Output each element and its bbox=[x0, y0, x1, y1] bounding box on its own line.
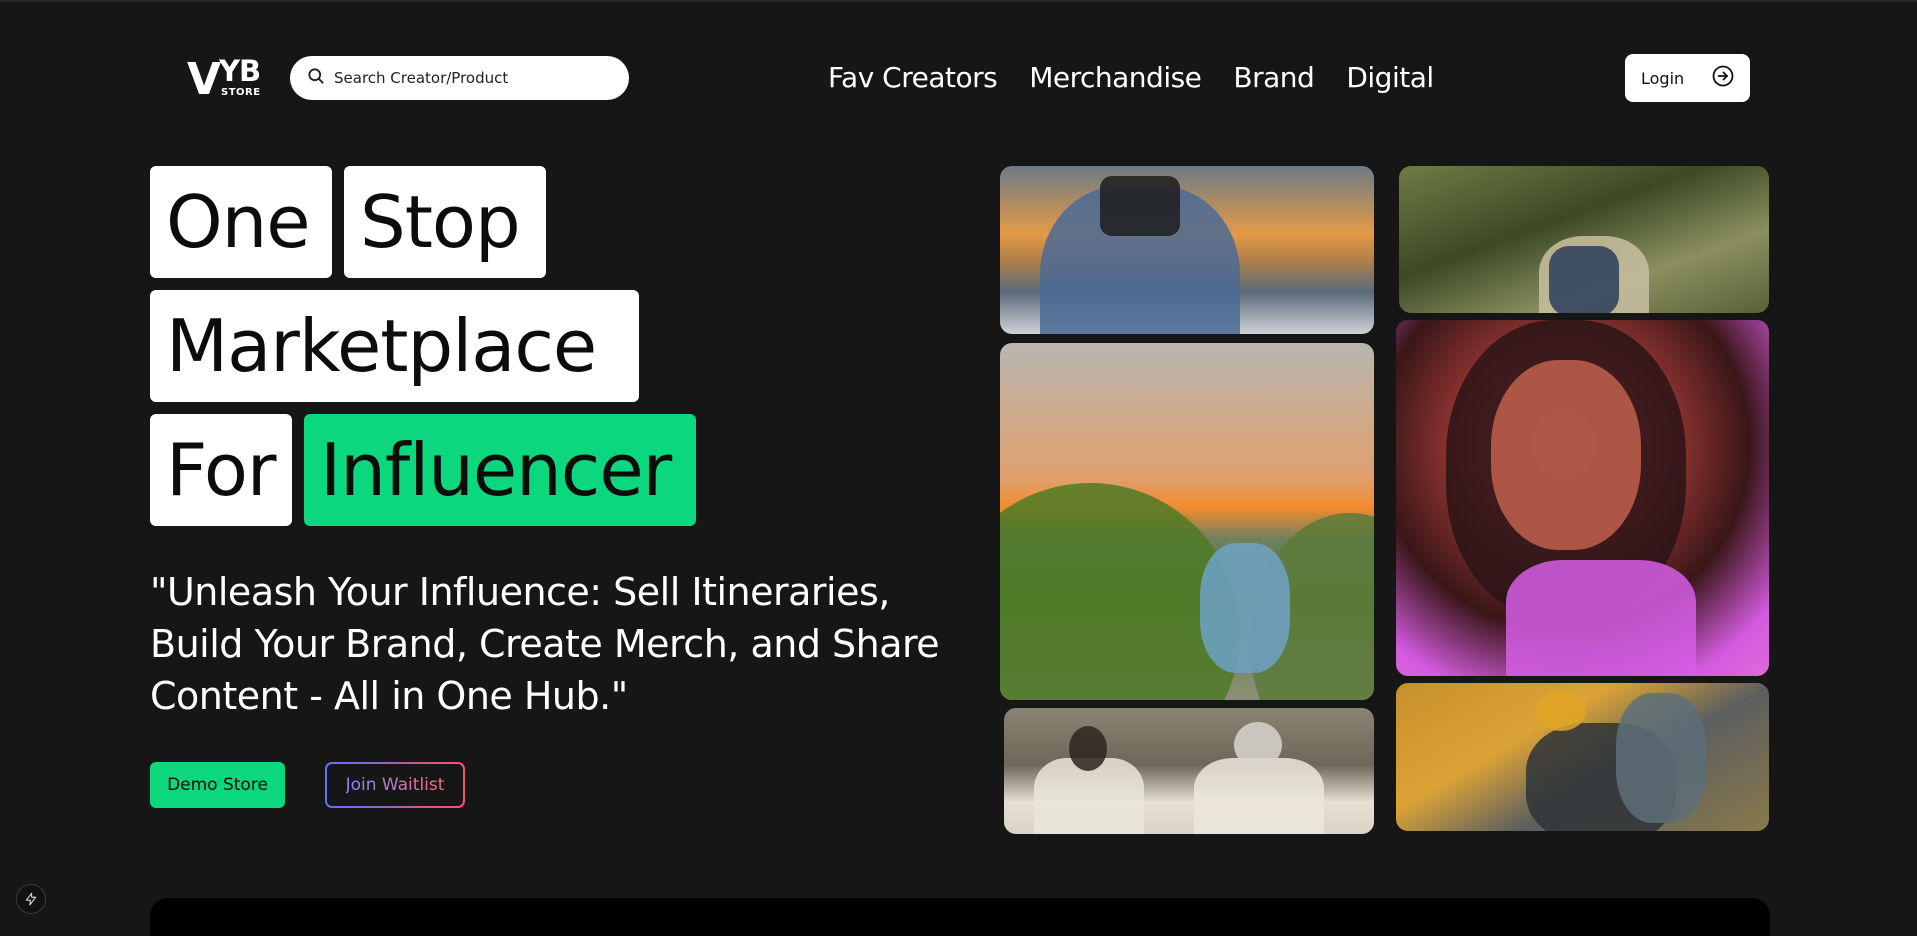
nav-brand[interactable]: Brand bbox=[1233, 58, 1314, 98]
lightning-bolt-icon[interactable] bbox=[16, 884, 46, 914]
search-bar[interactable] bbox=[290, 56, 629, 100]
hero-tagline: "Unleash Your Influence: Sell Itinerarie… bbox=[150, 570, 940, 718]
photo-valley-sunset bbox=[1000, 343, 1374, 700]
nav-fav-creators[interactable]: Fav Creators bbox=[828, 58, 998, 98]
photo-portrait bbox=[1396, 320, 1769, 676]
join-waitlist-button[interactable]: Join Waitlist bbox=[325, 762, 465, 808]
nav-merchandise[interactable]: Merchandise bbox=[1029, 58, 1202, 98]
login-label: Login bbox=[1641, 68, 1685, 88]
photo-bridge-backpacker bbox=[1396, 683, 1769, 831]
login-button[interactable]: Login bbox=[1625, 54, 1750, 102]
headline-word-marketplace: Marketplace bbox=[150, 290, 639, 402]
join-waitlist-label: Join Waitlist bbox=[345, 775, 445, 795]
logo-text: YB bbox=[219, 54, 261, 88]
headline-word-influencer: Influencer bbox=[304, 414, 696, 526]
join-waitlist-inner: Join Waitlist bbox=[327, 764, 463, 806]
nav-digital[interactable]: Digital bbox=[1346, 58, 1434, 98]
photo-fashion-models bbox=[1004, 708, 1374, 834]
main-nav: Fav Creators Merchandise Brand Digital bbox=[828, 58, 1434, 98]
top-divider bbox=[0, 0, 1917, 2]
search-input[interactable] bbox=[334, 69, 604, 87]
search-icon bbox=[306, 66, 334, 90]
demo-store-button[interactable]: Demo Store bbox=[150, 762, 285, 808]
vyb-store-logo[interactable]: V YB STORE bbox=[187, 54, 261, 105]
logo-mark: V bbox=[187, 54, 222, 105]
headline-word-stop: Stop bbox=[344, 166, 546, 278]
arrow-right-circle-icon bbox=[1711, 64, 1735, 92]
photo-hiker-forest bbox=[1399, 166, 1769, 313]
headline-word-for: For bbox=[150, 414, 292, 526]
photo-photographer bbox=[1000, 166, 1374, 334]
headline-word-one: One bbox=[150, 166, 332, 278]
logo-subtext: STORE bbox=[221, 87, 261, 98]
next-section-container bbox=[150, 898, 1770, 936]
